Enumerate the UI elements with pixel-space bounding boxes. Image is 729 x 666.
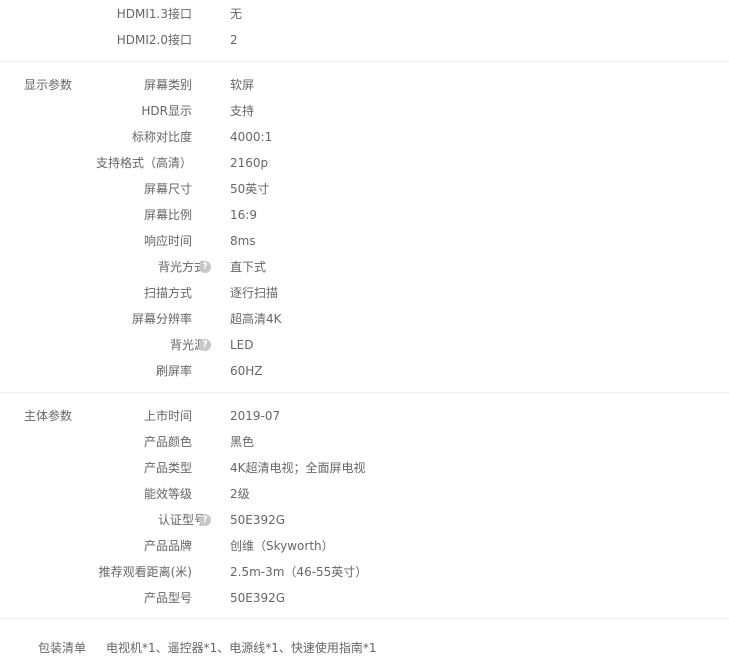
spec-label: 响应时间	[143, 234, 192, 248]
spec-row: 刷屏率 60HZ	[0, 363, 729, 379]
spec-value: 2.5m-3m（46-55英寸）	[230, 565, 368, 579]
spec-value: 8ms	[230, 234, 256, 248]
spec-label: 产品类型	[143, 461, 192, 475]
spec-row: 产品品牌 创维（Skyworth）	[0, 538, 729, 554]
spec-row: 屏幕分辨率 超高清4K	[0, 311, 729, 327]
spec-value: 创维（Skyworth）	[230, 539, 334, 553]
spec-label: 能效等级	[143, 487, 192, 501]
spec-value: 50E392G	[230, 513, 286, 527]
spec-row: 标称对比度 4000:1	[0, 129, 729, 145]
spec-value: 4K超清电视；全面屏电视	[230, 461, 366, 475]
spec-value: 黑色	[230, 435, 255, 449]
display-section: 显示参数 屏幕类别 软屏 HDR显示 支持 标称对比度 4000:1 支持格式（高清） 216…	[0, 62, 729, 393]
help-icon[interactable]: ?	[199, 339, 211, 351]
spec-label: 推荐观看距离(米)	[98, 565, 192, 579]
spec-row: 响应时间 8ms	[0, 233, 729, 249]
spec-row: 产品颜色 黑色	[0, 434, 729, 450]
spec-label: 屏幕类别	[143, 78, 192, 92]
spec-value: 60HZ	[230, 364, 263, 378]
spec-row: 扫描方式 逐行扫描	[0, 285, 729, 301]
spec-label: 支持格式（高清）	[95, 156, 192, 170]
spec-value: 2级	[230, 487, 250, 501]
package-list-row: 包装清单 电视机*1、遥控器*1、电源线*1、快速使用指南*1	[0, 640, 729, 656]
spec-row: 屏幕类别 软屏	[0, 77, 729, 93]
spec-row: 上市时间 2019-07	[0, 408, 729, 424]
spec-value: 2019-07	[230, 409, 281, 423]
spec-row: 背光方式? 直下式	[0, 259, 729, 275]
spec-value: LED	[230, 338, 254, 352]
spec-value: 16:9	[230, 208, 257, 222]
spec-label: 屏幕比例	[143, 208, 192, 222]
spec-value: 无	[230, 7, 243, 21]
spec-value: 软屏	[230, 78, 255, 92]
spec-row-hdmi13: HDMI1.3接口 无	[0, 6, 729, 22]
spec-label: HDMI2.0接口	[116, 33, 192, 47]
help-icon[interactable]: ?	[199, 514, 211, 526]
spec-row: 产品类型 4K超清电视；全面屏电视	[0, 460, 729, 476]
spec-row: 能效等级 2级	[0, 486, 729, 502]
spec-label: 扫描方式	[143, 286, 192, 300]
spec-label: 产品型号	[143, 591, 192, 605]
spec-value: 支持	[230, 104, 255, 118]
package-list-value: 电视机*1、遥控器*1、电源线*1、快速使用指南*1	[106, 641, 377, 655]
spec-row: HDR显示 支持	[0, 103, 729, 119]
spec-label: 产品品牌	[143, 539, 192, 553]
spec-value: 逐行扫描	[230, 286, 279, 300]
spec-label: 刷屏率	[155, 364, 192, 378]
spec-value: 超高清4K	[230, 312, 282, 326]
spec-row: 认证型号? 50E392G	[0, 512, 729, 528]
spec-value: 50英寸	[230, 182, 270, 196]
spec-label: 屏幕尺寸	[143, 182, 192, 196]
help-icon[interactable]: ?	[199, 261, 211, 273]
spec-row: 背光源? LED	[0, 337, 729, 353]
spec-row: 支持格式（高清） 2160p	[0, 155, 729, 171]
spec-value: 2160p	[230, 156, 269, 170]
spec-value: 4000:1	[230, 130, 273, 144]
spec-row: 屏幕比例 16:9	[0, 207, 729, 223]
spec-value: 50E392G	[230, 591, 286, 605]
spec-label: HDMI1.3接口	[116, 7, 192, 21]
spec-row: 产品型号 50E392G	[0, 590, 729, 606]
spec-row: 屏幕尺寸 50英寸	[0, 181, 729, 197]
spec-value: 2	[230, 33, 238, 47]
spec-label: 屏幕分辨率	[131, 312, 192, 326]
package-list-label: 包装清单	[38, 641, 87, 655]
spec-label: 标称对比度	[131, 130, 192, 144]
spec-row-hdmi20: HDMI2.0接口 2	[0, 32, 729, 48]
interface-section: HDMI1.3接口 无 HDMI2.0接口 2	[0, 0, 729, 62]
spec-value: 直下式	[230, 260, 267, 274]
spec-label: HDR显示	[141, 104, 192, 118]
main-section: 主体参数 上市时间 2019-07 产品颜色 黑色 产品类型 4K超清电视；全面屏电视 能效…	[0, 393, 729, 619]
spec-label: 产品颜色	[143, 435, 192, 449]
spec-row: 推荐观看距离(米) 2.5m-3m（46-55英寸）	[0, 564, 729, 580]
spec-label: 上市时间	[143, 409, 192, 423]
